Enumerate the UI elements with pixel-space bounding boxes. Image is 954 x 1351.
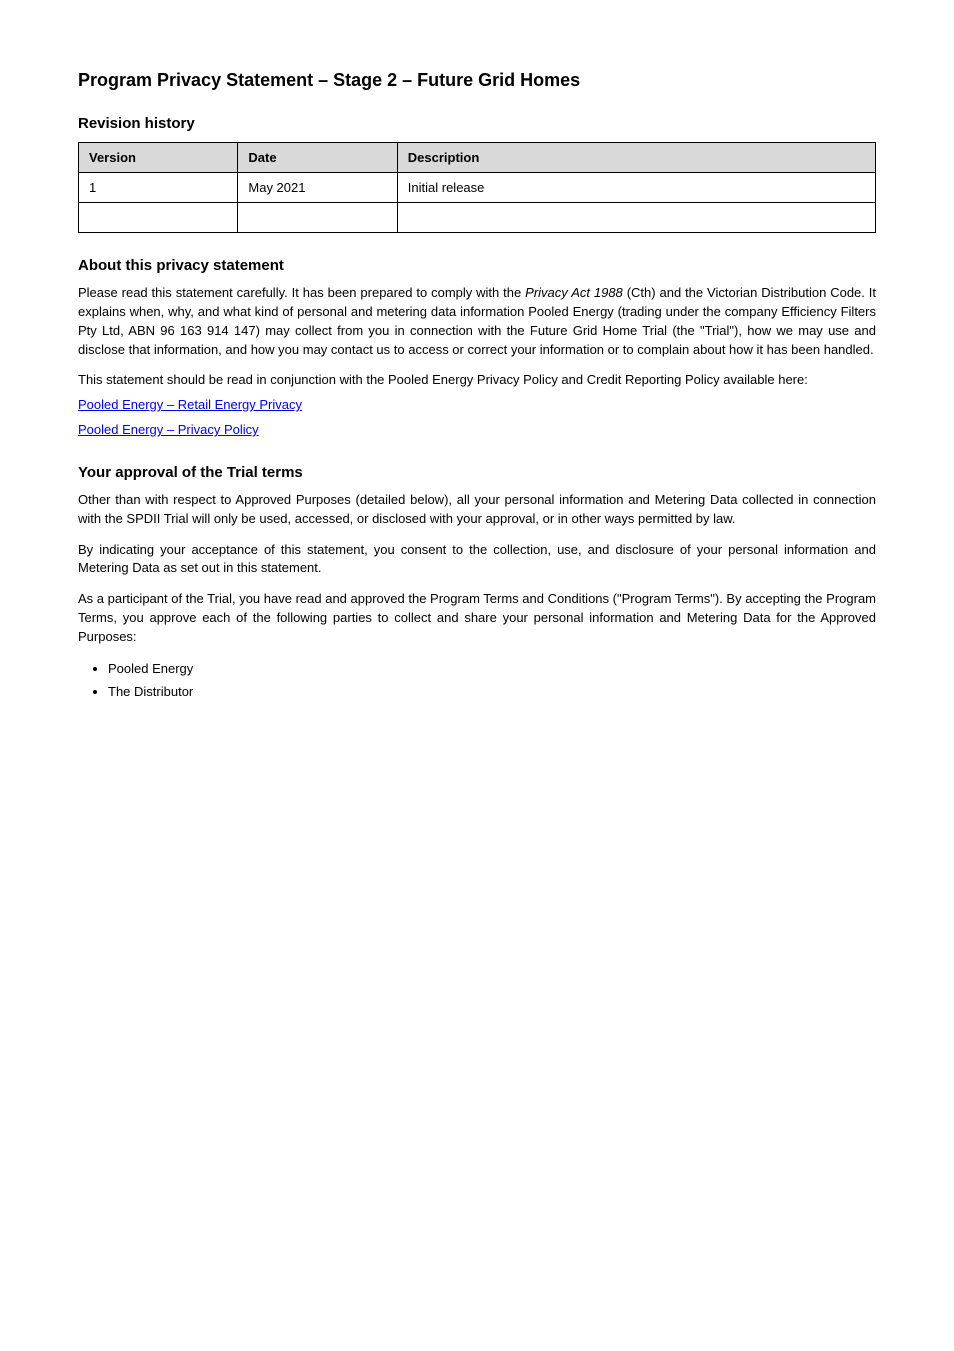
list-item: Pooled Energy [108, 659, 876, 680]
approved-parties-list: Pooled Energy The Distributor [108, 659, 876, 703]
section-heading-approve: Your approval of the Trial terms [78, 464, 876, 481]
cell-version [79, 203, 238, 233]
section-heading-about: About this privacy statement [78, 257, 876, 274]
table-row [79, 203, 876, 233]
approve-paragraph-2: By indicating your acceptance of this st… [78, 541, 876, 579]
table-header-row: Version Date Description [79, 143, 876, 173]
text: Please read this statement carefully. It… [78, 285, 525, 300]
approve-paragraph-3: As a participant of the Trial, you have … [78, 590, 876, 647]
link-retail-privacy[interactable]: Pooled Energy – Retail Energy Privacy [78, 397, 302, 412]
cell-version: 1 [79, 173, 238, 203]
cell-desc [397, 203, 875, 233]
about-link-line-1: Pooled Energy – Retail Energy Privacy [78, 396, 876, 415]
link-privacy-policy[interactable]: Pooled Energy – Privacy Policy [78, 422, 259, 437]
cell-date: May 2021 [238, 173, 397, 203]
col-header-version: Version [79, 143, 238, 173]
cell-date [238, 203, 397, 233]
col-header-date: Date [238, 143, 397, 173]
table-row: 1 May 2021 Initial release [79, 173, 876, 203]
page-title: Program Privacy Statement – Stage 2 – Fu… [78, 70, 876, 91]
about-link-line-2: Pooled Energy – Privacy Policy [78, 421, 876, 440]
act-citation: Privacy Act 1988 [525, 285, 623, 300]
cell-desc: Initial release [397, 173, 875, 203]
list-item: The Distributor [108, 682, 876, 703]
about-paragraph-2: This statement should be read in conjunc… [78, 371, 876, 390]
about-paragraph-1: Please read this statement carefully. It… [78, 284, 876, 359]
approve-paragraph-1: Other than with respect to Approved Purp… [78, 491, 876, 529]
revision-history-table: Version Date Description 1 May 2021 Init… [78, 142, 876, 233]
section-heading-revhist: Revision history [78, 115, 876, 132]
col-header-description: Description [397, 143, 875, 173]
